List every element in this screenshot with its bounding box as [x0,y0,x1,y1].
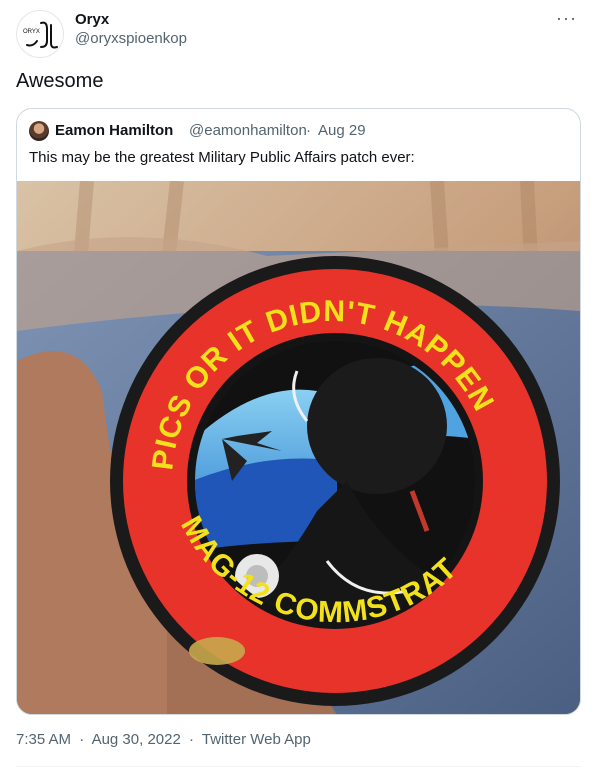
quoted-date: Aug 29 [318,122,366,139]
tweet-time[interactable]: 7:35 AM [16,731,71,748]
tweet-date[interactable]: Aug 30, 2022 [92,731,181,748]
tweet-meta: 7:35 AM · Aug 30, 2022 · Twitter Web App [16,731,315,748]
source-app-link[interactable]: Twitter Web App [202,731,311,748]
tweet-text: Awesome [16,70,104,92]
author-handle[interactable]: @oryxspioenkop [75,30,187,47]
quoted-author-handle: @eamonhamilton [189,122,307,139]
meta-separator: · [188,731,194,748]
separator-dot: · [306,122,311,139]
oryx-logo-icon: ORYX [23,21,58,49]
quoted-author-name: Eamon Hamilton [55,122,174,139]
quoted-tweet[interactable]: Eamon Hamilton @eamonhamilton · Aug 29 T… [16,108,581,715]
quoted-media-image[interactable]: PICS OR IT DIDN'T HAPPEN MAG-12 COMMSTRA… [17,181,580,714]
quoted-avatar[interactable] [29,121,49,141]
author-avatar[interactable]: ORYX [16,10,64,58]
tweet-header: ORYX Oryx @oryxspioenkop ··· [16,8,581,58]
divider [16,766,581,767]
author-name[interactable]: Oryx [75,11,109,28]
logo-text: ORYX [23,29,40,35]
patch-photo: PICS OR IT DIDN'T HAPPEN MAG-12 COMMSTRA… [17,181,580,714]
more-horizontal-icon[interactable]: ··· [556,8,577,29]
quoted-text: This may be the greatest Military Public… [29,149,415,166]
meta-separator: · [79,731,85,748]
